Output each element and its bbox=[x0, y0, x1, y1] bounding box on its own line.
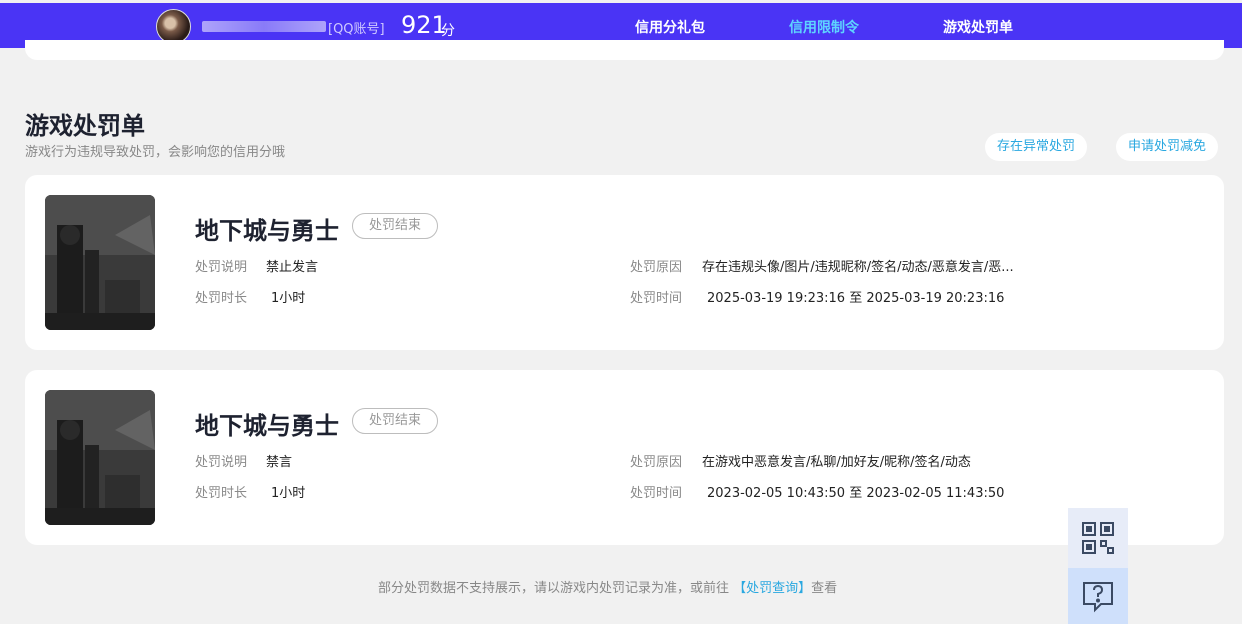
credit-score-unit: 分 bbox=[441, 23, 455, 39]
feedback-question-icon bbox=[1083, 582, 1113, 613]
penalty-desc-label: 处罚说明 bbox=[195, 260, 248, 275]
section-title: 游戏处罚单 bbox=[25, 112, 145, 140]
footer-note-text: 部分处罚数据不支持展示，请以游戏内处罚记录为准，或前往 bbox=[378, 581, 734, 596]
penalty-reason-label: 处罚原因 bbox=[630, 455, 683, 470]
nav-credit-gift[interactable]: 信用分礼包 bbox=[635, 17, 705, 37]
penalty-desc-value: 禁言 bbox=[266, 455, 293, 470]
penalty-duration-value: 1小时 bbox=[271, 486, 306, 501]
penalty-time-value: 2025-03-19 19:23:16 至 2025-03-19 20:23:1… bbox=[707, 291, 1005, 306]
penalty-time-label: 处罚时间 bbox=[630, 486, 683, 501]
avatar[interactable] bbox=[156, 9, 191, 44]
account-number-masked bbox=[202, 21, 326, 32]
qr-code-icon bbox=[1082, 522, 1114, 554]
penalty-desc-label: 处罚说明 bbox=[195, 455, 248, 470]
previous-card-bottom bbox=[25, 40, 1224, 60]
penalty-time-label: 处罚时间 bbox=[630, 291, 683, 306]
penalty-duration-label: 处罚时长 bbox=[195, 291, 248, 306]
penalty-duration-value: 1小时 bbox=[271, 291, 306, 306]
penalty-status-badge: 处罚结束 bbox=[352, 408, 438, 434]
footer-note-suffix: 查看 bbox=[811, 581, 838, 596]
game-name: 地下城与勇士 bbox=[195, 217, 339, 245]
abnormal-penalty-button[interactable]: 存在异常处罚 bbox=[985, 133, 1088, 161]
nav-penalty-list[interactable]: 游戏处罚单 bbox=[943, 17, 1013, 37]
footer-note: 部分处罚数据不支持展示，请以游戏内处罚记录为准，或前往 【处罚查询】查看 bbox=[378, 577, 837, 596]
penalty-duration-label: 处罚时长 bbox=[195, 486, 248, 501]
penalty-card: 地下城与勇士 处罚结束 处罚说明 禁止发言 处罚时长 1小时 处罚原因 存在违规… bbox=[25, 175, 1224, 350]
penalty-status-badge: 处罚结束 bbox=[352, 213, 438, 239]
game-cover-image bbox=[45, 390, 155, 525]
nav-credit-restriction[interactable]: 信用限制令 bbox=[789, 17, 859, 37]
penalty-query-link[interactable]: 【处罚查询】 bbox=[733, 581, 811, 596]
qr-code-button[interactable] bbox=[1068, 508, 1128, 568]
penalty-time-value: 2023-02-05 10:43:50 至 2023-02-05 11:43:5… bbox=[707, 486, 1005, 501]
credit-score: 921 bbox=[401, 11, 447, 39]
section-subtitle: 游戏行为违规导致处罚，会影响您的信用分哦 bbox=[25, 145, 286, 160]
penalty-reason-label: 处罚原因 bbox=[630, 260, 683, 275]
penalty-card: 地下城与勇士 处罚结束 处罚说明 禁言 处罚时长 1小时 处罚原因 在游戏中恶意… bbox=[25, 370, 1224, 545]
game-cover-image bbox=[45, 195, 155, 330]
penalty-reason-value: 存在违规头像/图片/违规昵称/签名/动态/恶意发言/恶... bbox=[702, 260, 1014, 275]
penalty-reason-value: 在游戏中恶意发言/私聊/加好友/昵称/签名/动态 bbox=[702, 455, 971, 470]
appeal-penalty-button[interactable]: 申请处罚减免 bbox=[1116, 133, 1219, 161]
account-type-label: [QQ账号] bbox=[328, 22, 385, 37]
feedback-button[interactable] bbox=[1068, 568, 1128, 624]
game-name: 地下城与勇士 bbox=[195, 412, 339, 440]
penalty-desc-value: 禁止发言 bbox=[266, 260, 319, 275]
